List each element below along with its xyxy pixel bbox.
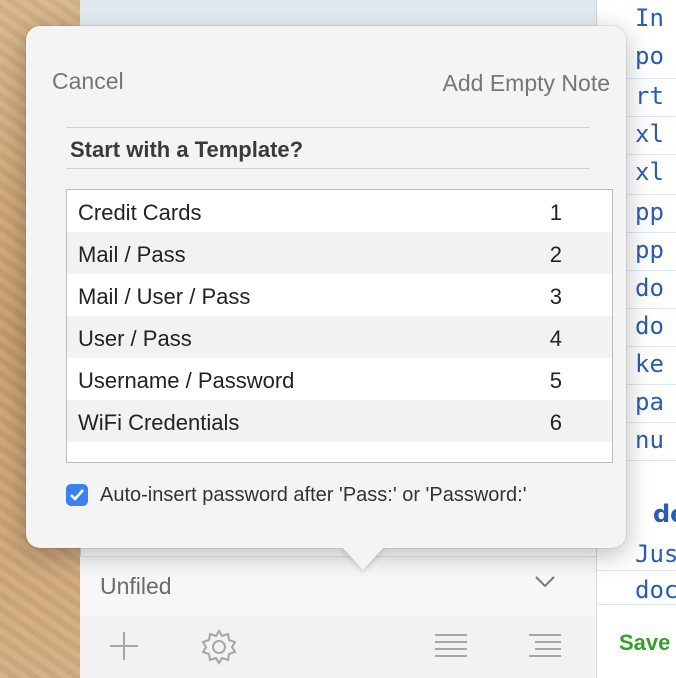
editor-line: pp [635, 198, 664, 226]
chevron-down-icon[interactable] [534, 569, 556, 595]
editor-line: pp [635, 236, 664, 264]
template-name: Mail / User / Pass [78, 284, 251, 309]
cancel-button[interactable]: Cancel [52, 68, 124, 95]
editor-line: nu [635, 426, 664, 454]
bottom-toolbar [80, 616, 596, 678]
auto-insert-label: Auto-insert password after 'Pass:' or 'P… [100, 483, 527, 506]
template-heading: Start with a Template? [66, 127, 590, 169]
gear-icon[interactable] [200, 628, 238, 666]
checkmark-icon [70, 489, 84, 501]
plus-icon[interactable] [108, 630, 140, 662]
template-shortcut: 5 [549, 368, 562, 393]
template-row-user-pass[interactable]: User / Pass 4 [67, 316, 612, 358]
editor-line: xl [635, 120, 664, 148]
folder-selector[interactable]: Unfiled [80, 556, 596, 617]
template-shortcut: 1 [549, 200, 562, 225]
editor-line: rt [635, 82, 664, 110]
auto-insert-checkbox[interactable] [66, 484, 88, 506]
editor-line: do [635, 312, 664, 340]
list-icon[interactable] [434, 632, 468, 658]
add-empty-note-button[interactable]: Add Empty Note [443, 70, 610, 97]
editor-line: pa [635, 388, 664, 416]
editor-line: ke [635, 350, 664, 378]
template-shortcut: 4 [549, 326, 562, 351]
editor-line: xl [635, 158, 664, 186]
editor-line: In [635, 4, 664, 32]
template-row-username-password[interactable]: Username / Password 5 [67, 358, 612, 400]
template-row-credit-cards[interactable]: Credit Cards 1 [67, 190, 612, 232]
save-button[interactable]: Save [619, 630, 670, 656]
template-row-wifi-credentials[interactable]: WiFi Credentials 6 [67, 400, 612, 442]
editor-line: Jus [635, 540, 676, 568]
template-row-mail-pass[interactable]: Mail / Pass 2 [67, 232, 612, 274]
template-popover: Cancel Add Empty Note Start with a Templ… [26, 26, 626, 570]
template-shortcut: 3 [549, 284, 562, 309]
template-heading-label: Start with a Template? [70, 137, 304, 162]
template-shortcut: 6 [549, 410, 562, 435]
template-row-mail-user-pass[interactable]: Mail / User / Pass 3 [67, 274, 612, 316]
template-name: User / Pass [78, 326, 192, 351]
template-name: Credit Cards [78, 200, 202, 225]
template-list: Credit Cards 1 Mail / Pass 2 Mail / User… [66, 189, 613, 463]
editor-bold-text: de [653, 500, 676, 528]
editor-line: do [635, 274, 664, 302]
template-name: Mail / Pass [78, 242, 186, 267]
auto-insert-password-option[interactable]: Auto-insert password after 'Pass:' or 'P… [66, 482, 527, 508]
template-name: Username / Password [78, 368, 295, 393]
editor-line: doc [635, 576, 676, 604]
folder-label: Unfiled [100, 573, 172, 599]
outline-list-icon[interactable] [528, 632, 562, 658]
template-name: WiFi Credentials [78, 410, 240, 435]
template-shortcut: 2 [549, 242, 562, 267]
popover-arrow [341, 546, 385, 570]
editor-line: po [635, 42, 664, 70]
